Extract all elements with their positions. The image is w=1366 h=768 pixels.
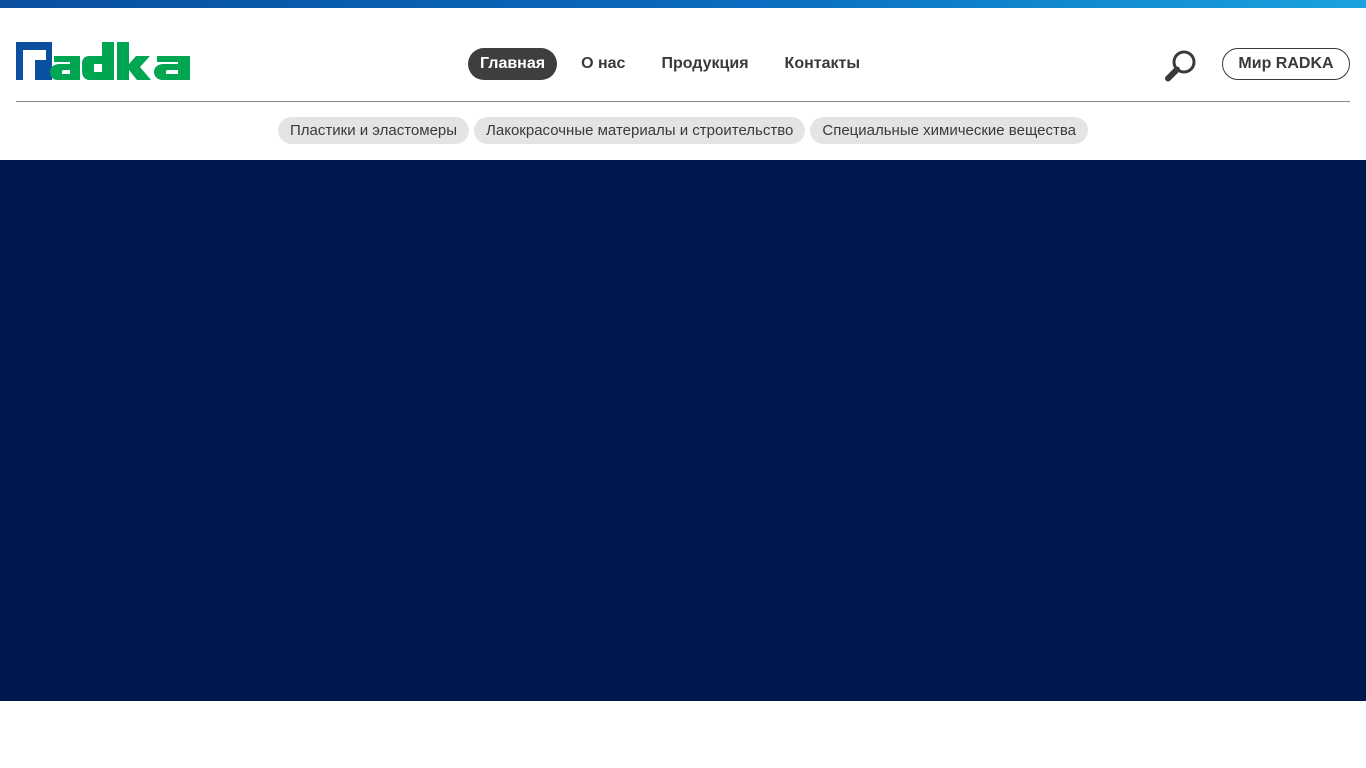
search-icon[interactable] [1164,48,1200,84]
nav-item-about[interactable]: О нас [569,48,637,80]
header-divider [16,101,1350,102]
nav-item-contacts[interactable]: Контакты [773,48,872,80]
world-radka-button[interactable]: Мир RADKA [1222,48,1350,80]
category-nav: Пластики и эластомеры Лакокрасочные мате… [0,117,1366,144]
category-specialty-chemicals[interactable]: Специальные химические вещества [810,117,1088,144]
hero-banner [0,160,1366,701]
top-accent-bar [0,0,1366,8]
category-coatings[interactable]: Лакокрасочные материалы и строительство [474,117,806,144]
main-nav: Главная О нас Продукция Контакты [468,48,884,80]
radka-logo[interactable]: radka [16,42,196,82]
site-header: radka Главная О нас Продукция Контакты М… [0,8,1366,101]
category-plastics[interactable]: Пластики и эластомеры [278,117,470,144]
nav-item-products[interactable]: Продукция [649,48,760,80]
nav-item-home[interactable]: Главная [468,48,558,80]
